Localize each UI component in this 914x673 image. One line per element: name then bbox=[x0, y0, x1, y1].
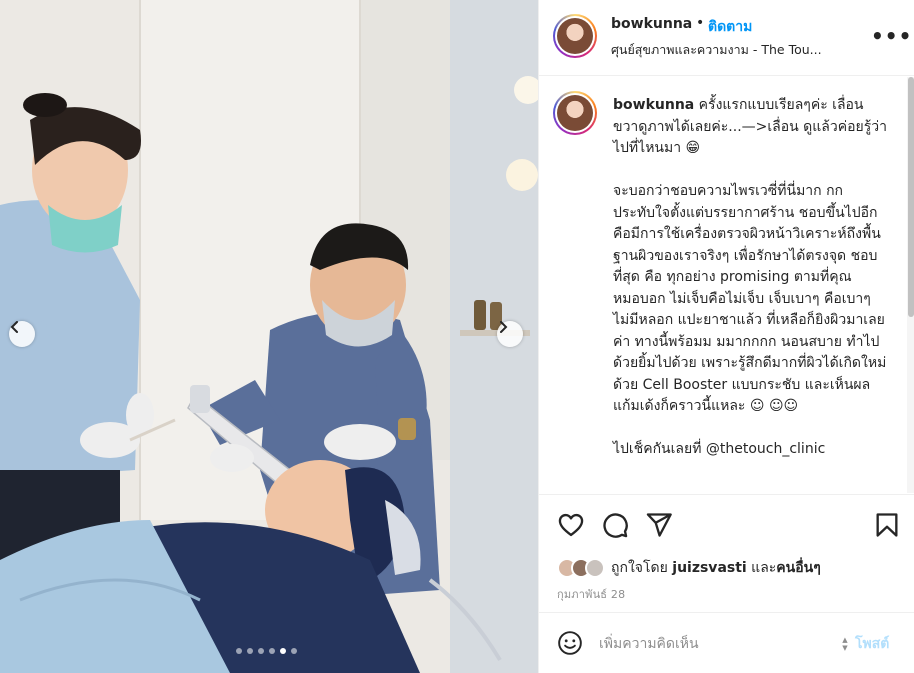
carousel-dot bbox=[269, 648, 275, 654]
likes-others[interactable]: คนอื่นๆ bbox=[776, 560, 820, 576]
heart-icon[interactable] bbox=[557, 511, 585, 539]
carousel-dot bbox=[291, 648, 297, 654]
caption-avatar[interactable] bbox=[553, 91, 597, 135]
carousel-indicator bbox=[236, 648, 297, 654]
action-bar bbox=[539, 494, 914, 554]
next-slide-button[interactable] bbox=[497, 321, 523, 347]
photo-illustration bbox=[0, 0, 538, 673]
more-options-button[interactable]: ••• bbox=[871, 24, 912, 48]
author-username[interactable]: bowkunna bbox=[611, 16, 692, 32]
chevron-left-icon bbox=[10, 321, 18, 333]
share-icon[interactable] bbox=[645, 511, 673, 539]
comment-input[interactable] bbox=[599, 632, 829, 656]
post-photo[interactable] bbox=[0, 0, 538, 673]
resize-arrows-icon: ▲ ▼ bbox=[842, 636, 848, 652]
carousel-dot bbox=[258, 648, 264, 654]
post-header: bowkunna • ติดตาม ศุนย์สุขภาพและความงาม … bbox=[539, 0, 914, 76]
scrollbar-thumb[interactable] bbox=[908, 77, 914, 317]
likes-summary: ถูกใจโดย juizsvasti และคนอื่นๆ bbox=[557, 557, 821, 579]
post-details-panel: bowkunna • ติดตาม ศุนย์สุขภาพและความงาม … bbox=[538, 0, 914, 673]
post-date[interactable]: กุมภาพันธ์ 28 bbox=[557, 585, 625, 603]
caption: bowkunna ครั้งแรกแบบเรียลๆค่ะ เลื่อนขวาด… bbox=[613, 95, 887, 461]
likes-prefix: ถูกใจโดย bbox=[611, 560, 668, 576]
likes-user[interactable]: juizsvasti bbox=[672, 560, 746, 576]
post-comment-button[interactable]: ▲ ▼ โพสต์ bbox=[839, 633, 889, 655]
location-link[interactable]: ศุนย์สุขภาพและความงาม - The Tou... bbox=[611, 40, 861, 60]
caption-username[interactable]: bowkunna bbox=[613, 97, 694, 113]
carousel-dot bbox=[247, 648, 253, 654]
caption-body: ครั้งแรกแบบเรียลๆค่ะ เลื่อนขวาดูภาพได้เล… bbox=[613, 97, 887, 457]
post-label: โพสต์ bbox=[855, 636, 890, 652]
comments-section[interactable]: bowkunna ครั้งแรกแบบเรียลๆค่ะ เลื่อนขวาด… bbox=[539, 77, 914, 493]
previous-slide-button[interactable] bbox=[9, 321, 35, 347]
follow-button[interactable]: ติดตาม bbox=[708, 16, 752, 38]
add-comment-bar: ▲▼ โพสต์ bbox=[539, 612, 914, 673]
liker-avatars[interactable] bbox=[557, 558, 605, 578]
likes-and: และ bbox=[751, 560, 777, 576]
comment-icon[interactable] bbox=[601, 511, 629, 539]
carousel-dot-active bbox=[280, 648, 286, 654]
smiley-icon[interactable] bbox=[557, 630, 583, 656]
liker-avatar bbox=[585, 558, 605, 578]
author-avatar[interactable] bbox=[553, 14, 597, 58]
chevron-right-icon bbox=[500, 321, 508, 333]
likes-text: ถูกใจโดย juizsvasti และคนอื่นๆ bbox=[611, 557, 821, 579]
bookmark-icon[interactable] bbox=[873, 511, 901, 539]
separator-dot: • bbox=[696, 15, 705, 31]
carousel-dot bbox=[236, 648, 242, 654]
